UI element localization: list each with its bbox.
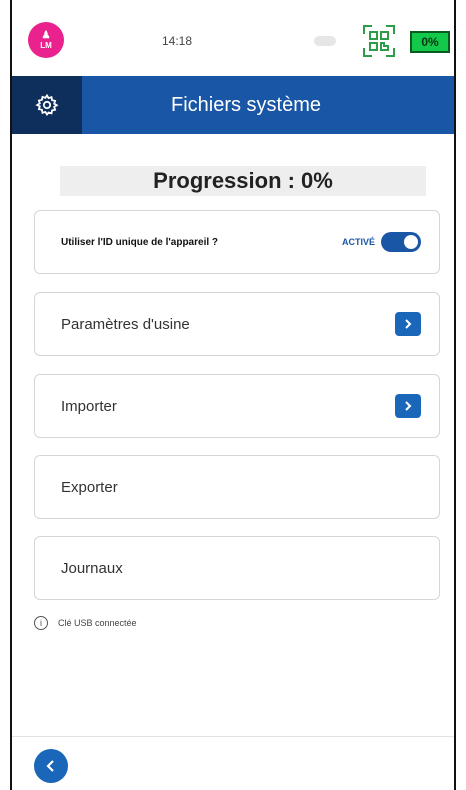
settings-button[interactable]	[12, 76, 82, 134]
menu-item-import[interactable]: Importer	[34, 374, 440, 438]
device-id-toggle[interactable]: ACTIVÉ	[342, 232, 421, 252]
app-header: Fichiers système	[12, 76, 454, 134]
chevron-right-icon[interactable]	[395, 312, 421, 336]
progress-status: Progression : 0%	[60, 166, 426, 196]
menu-item-factory-settings[interactable]: Paramètres d'usine	[34, 292, 440, 356]
info-icon: i	[34, 616, 48, 630]
toggle-switch[interactable]	[381, 232, 421, 252]
chevron-right-icon[interactable]	[395, 394, 421, 418]
menu-item-logs[interactable]: Journaux	[34, 536, 440, 600]
menu-item-label: Paramètres d'usine	[61, 315, 190, 333]
back-button[interactable]	[34, 749, 68, 783]
person-icon: ♟	[41, 29, 51, 41]
battery-indicator: 0%	[410, 31, 450, 53]
qr-scan-icon[interactable]	[362, 24, 396, 58]
status-bar: ♟ LM 14:18 0%	[12, 0, 454, 76]
footer-bar	[12, 736, 454, 790]
usb-status-text: Clé USB connectée	[58, 618, 137, 628]
clock-time: 14:18	[162, 34, 193, 48]
menu-item-label: Journaux	[61, 559, 123, 577]
toggle-state-label: ACTIVÉ	[341, 237, 375, 247]
gear-icon	[35, 93, 59, 117]
menu-item-label: Exporter	[61, 478, 118, 496]
user-avatar[interactable]: ♟ LM	[28, 22, 64, 58]
cloud-icon	[314, 36, 336, 46]
usb-status: i Clé USB connectée	[34, 616, 137, 630]
menu-item-label: Importer	[61, 397, 117, 415]
page-title: Fichiers système	[170, 93, 322, 116]
device-id-label: Utiliser l'ID unique de l'appareil ?	[61, 236, 219, 248]
device-id-card: Utiliser l'ID unique de l'appareil ? ACT…	[34, 210, 440, 274]
toggle-knob	[404, 235, 418, 249]
menu-item-export[interactable]: Exporter	[34, 455, 440, 519]
avatar-initials: LM	[40, 40, 52, 50]
device-screen: ♟ LM 14:18 0% Fichiers système Progressi…	[10, 0, 456, 790]
chevron-left-icon	[46, 760, 54, 772]
